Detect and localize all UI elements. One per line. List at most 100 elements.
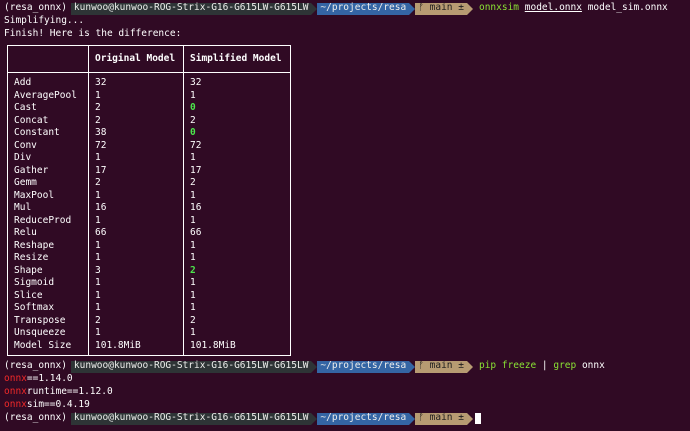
table-cell-simplified: 0 — [190, 127, 196, 138]
table-cell-op: AveragePool — [7, 89, 89, 102]
table-row: ReduceProd 1 1 — [7, 214, 291, 227]
grep-match: onnx — [4, 386, 27, 398]
table-header-op — [7, 45, 89, 73]
table-row: Conv 72 72 — [7, 139, 291, 152]
command-grep: grep — [553, 360, 577, 372]
table-cell-original: 1 — [88, 152, 184, 165]
prompt-git-segment: ᚠ main ± — [415, 2, 467, 15]
table-cell-original: 72 — [88, 139, 184, 152]
command-pipe: | — [536, 360, 554, 372]
package-version: runtime==1.12.0 — [26, 386, 113, 398]
table-cell-simplified: 0 — [190, 102, 196, 113]
segment-separator-icon — [466, 412, 473, 425]
command-arg-input: model.onnx — [524, 2, 582, 14]
command-arg-output: model_sim.onnx — [587, 2, 668, 14]
table-cell-simplified: 1 — [190, 252, 196, 263]
table-cell-simplified: 16 — [190, 202, 202, 213]
table-cell-op: ReduceProd — [7, 214, 89, 227]
table-row: Shape 3 2 — [7, 264, 291, 277]
table-cell-op: Shape — [7, 264, 89, 277]
table-cell-simplified: 1 — [190, 89, 196, 101]
table-cell-op: Gemm — [7, 177, 89, 190]
table-row: Sigmoid 1 1 — [7, 277, 291, 290]
table-cell-simplified: 1 — [190, 327, 196, 338]
table-cell-op: Add — [7, 72, 89, 90]
table-row: Resize 1 1 — [7, 252, 291, 265]
table-cell-simplified: 1 — [190, 289, 196, 301]
table-cell-original: 3 — [88, 264, 184, 277]
table-cell-simplified: 32 — [190, 77, 202, 88]
terminal-window[interactable]: (resa_onnx) kunwoo@kunwoo-ROG-Strix-G16-… — [0, 0, 690, 431]
table-row: Unsqueeze 1 1 — [7, 327, 291, 340]
table-cell-simplified: 66 — [190, 227, 202, 238]
output-finish: Finish! Here is the difference: — [4, 28, 182, 40]
table-cell-original: 2 — [88, 114, 184, 127]
table-cell-op: Reshape — [7, 239, 89, 252]
table-cell-simplified: 1 — [190, 214, 196, 226]
table-cell-original: 101.8MiB — [88, 339, 184, 356]
table-cell-simplified: 17 — [190, 164, 202, 176]
freeze-line: onnx sim==0.4.19 — [4, 399, 686, 412]
command-pip: pip freeze — [478, 360, 537, 372]
table-cell-original: 16 — [88, 202, 184, 215]
prompt-line: (resa_onnx) kunwoo@kunwoo-ROG-Strix-G16-… — [4, 2, 686, 15]
table-header-original: Original Model — [88, 45, 184, 73]
table-cell-op: Unsqueeze — [7, 327, 89, 340]
table-cell-op: Div — [7, 152, 89, 165]
table-cell-op: Conv — [7, 139, 89, 152]
table-cell-original: 17 — [88, 164, 184, 177]
table-cell-simplified: 1 — [190, 189, 196, 201]
command-program: onnxsim — [478, 2, 520, 14]
table-cell-original: 1 — [88, 327, 184, 340]
segment-separator-icon — [466, 360, 473, 373]
conda-env: (resa_onnx) — [4, 412, 67, 424]
prompt-line: (resa_onnx) kunwoo@kunwoo-ROG-Strix-G16-… — [4, 412, 686, 425]
terminal-cursor[interactable] — [474, 413, 481, 424]
table-row: Transpose 2 2 — [7, 314, 291, 327]
table-body: Add 32 32 AveragePool 1 1 Cast 2 0 Concat 2 2 Consta… — [7, 72, 291, 356]
prompt-user-segment: kunwoo@kunwoo-ROG-Strix-G16-G615LW-G615L… — [70, 2, 312, 15]
table-cell-op: Concat — [7, 114, 89, 127]
table-cell-original: 32 — [88, 72, 184, 90]
table-cell-original: 38 — [88, 127, 184, 140]
table-cell-original: 2 — [88, 102, 184, 115]
table-cell-original: 66 — [88, 227, 184, 240]
table-row: Gather 17 17 — [7, 164, 291, 177]
package-version: ==1.14.0 — [26, 373, 73, 385]
prompt-path-segment: ~/projects/resa — [317, 360, 410, 373]
table-cell-original: 2 — [88, 314, 184, 327]
conda-env: (resa_onnx) — [4, 2, 67, 14]
table-cell-simplified: 1 — [190, 152, 196, 163]
table-cell-original: 1 — [88, 189, 184, 202]
freeze-line: onnx ==1.14.0 — [4, 373, 686, 386]
table-row: Cast 2 0 — [7, 102, 291, 115]
segment-separator-icon — [466, 2, 473, 15]
table-cell-op: Softmax — [7, 302, 89, 315]
table-cell-simplified: 1 — [190, 277, 196, 288]
table-row: Div 1 1 — [7, 152, 291, 165]
table-row: Model Size 101.8MiB 101.8MiB — [7, 339, 291, 356]
table-cell-op: Gather — [7, 164, 89, 177]
prompt-path-segment: ~/projects/resa — [317, 412, 410, 425]
prompt-user-segment: kunwoo@kunwoo-ROG-Strix-G16-G615LW-G615L… — [70, 360, 312, 373]
diff-table: Original Model Simplified Model Add 32 32 A… — [7, 45, 291, 356]
table-cell-simplified: 101.8MiB — [190, 339, 236, 351]
table-cell-op: Mul — [7, 202, 89, 215]
table-cell-op: Transpose — [7, 314, 89, 327]
table-cell-simplified: 1 — [190, 302, 196, 313]
table-cell-original: 1 — [88, 302, 184, 315]
table-cell-original: 1 — [88, 277, 184, 290]
prompt-line: (resa_onnx) kunwoo@kunwoo-ROG-Strix-G16-… — [4, 360, 686, 373]
table-row: Constant 38 0 — [7, 127, 291, 140]
table-row: Slice 1 1 — [7, 289, 291, 302]
freeze-line: onnx runtime==1.12.0 — [4, 386, 686, 399]
table-cell-op: Cast — [7, 102, 89, 115]
package-version: sim==0.4.19 — [26, 399, 90, 411]
table-row: Softmax 1 1 — [7, 302, 291, 315]
prompt-path-segment: ~/projects/resa — [317, 2, 410, 15]
table-row: Mul 16 16 — [7, 202, 291, 215]
table-row: AveragePool 1 1 — [7, 89, 291, 102]
table-cell-simplified: 2 — [190, 177, 196, 188]
table-cell-op: Relu — [7, 227, 89, 240]
table-row: Concat 2 2 — [7, 114, 291, 127]
